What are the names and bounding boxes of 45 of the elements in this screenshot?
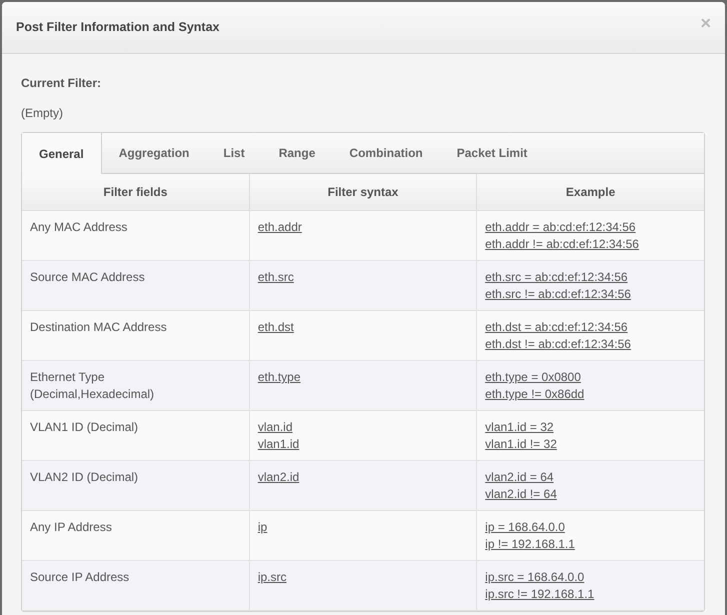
example-link[interactable]: eth.src = ab:cd:ef:12:34:56 — [485, 269, 628, 286]
example-link[interactable]: vlan1.id != 32 — [485, 436, 557, 453]
table-cell: Ethernet Type (Decimal,Hexadecimal) — [22, 360, 250, 410]
example-link[interactable]: eth.dst = ab:cd:ef:12:34:56 — [485, 319, 628, 336]
syntax-link[interactable]: vlan1.id — [258, 436, 300, 453]
column-header: Example — [476, 174, 704, 210]
current-filter-label: Current Filter: — [21, 75, 102, 92]
example-link[interactable]: vlan2.id = 64 — [485, 469, 554, 486]
syntax-link[interactable]: eth.dst — [258, 319, 294, 336]
table-cell: Any MAC Address — [22, 210, 250, 260]
example-link[interactable]: vlan2.id != 64 — [485, 486, 557, 503]
table-cell: Source IP Address — [22, 560, 250, 610]
tab[interactable]: Combination — [332, 133, 440, 173]
tab[interactable]: Aggregation — [102, 133, 206, 173]
example-link[interactable]: ip.src != 192.168.1.1 — [485, 586, 594, 603]
dialog-title: Post Filter Information and Syntax — [16, 19, 220, 36]
example-link[interactable]: eth.src != ab:cd:ef:12:34:56 — [485, 286, 631, 303]
syntax-link[interactable]: vlan.id — [258, 419, 293, 436]
syntax-link[interactable]: eth.src — [258, 269, 294, 286]
example-link[interactable]: eth.type = 0x0800 — [485, 369, 581, 386]
example-link[interactable]: eth.addr != ab:cd:ef:12:34:56 — [485, 236, 639, 253]
tab[interactable]: Range — [262, 133, 332, 173]
table-cell: Any IP Address — [22, 510, 250, 560]
example-link[interactable]: ip.src = 168.64.0.0 — [485, 569, 584, 586]
current-filter-value: (Empty) — [21, 105, 64, 122]
example-link[interactable]: vlan1.id = 32 — [485, 419, 554, 436]
syntax-link[interactable]: ip — [258, 519, 268, 536]
example-link[interactable]: eth.addr = ab:cd:ef:12:34:56 — [485, 219, 636, 236]
tab[interactable]: Packet Limit — [440, 133, 544, 173]
tab[interactable]: List — [206, 133, 262, 173]
example-link[interactable]: eth.type != 0x86dd — [485, 386, 584, 403]
table-cell: VLAN2 ID (Decimal) — [22, 460, 250, 510]
syntax-link[interactable]: eth.type — [258, 369, 301, 386]
example-link[interactable]: ip = 168.64.0.0 — [485, 519, 565, 536]
table-cell: Destination MAC Address — [22, 310, 250, 360]
example-link[interactable]: eth.dst != ab:cd:ef:12:34:56 — [485, 336, 631, 353]
syntax-link[interactable]: vlan2.id — [258, 469, 300, 486]
column-header: Filter fields — [22, 174, 250, 210]
table-cell: Source MAC Address — [22, 260, 250, 310]
syntax-link[interactable]: ip.src — [258, 569, 286, 586]
tab[interactable]: General — [22, 133, 102, 174]
syntax-link[interactable]: eth.addr — [258, 219, 302, 236]
table-cell: VLAN1 ID (Decimal) — [22, 410, 250, 460]
example-link[interactable]: ip != 192.168.1.1 — [485, 536, 575, 553]
column-header: Filter syntax — [249, 174, 477, 210]
